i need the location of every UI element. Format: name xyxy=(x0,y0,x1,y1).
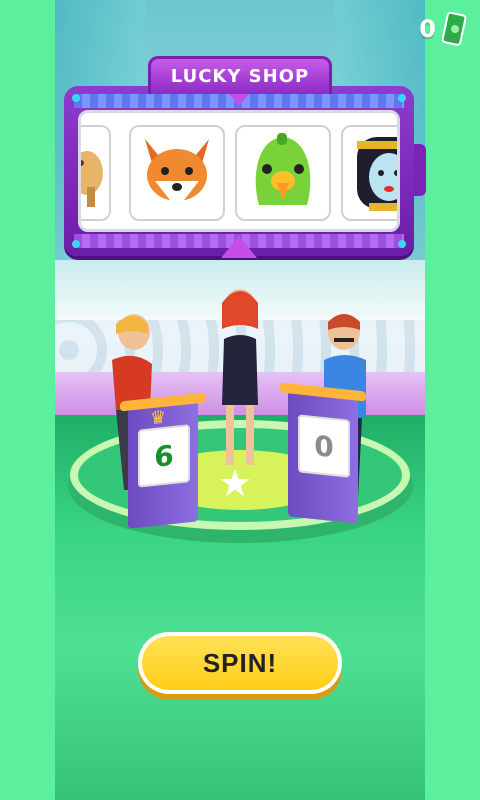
score-left: 6 xyxy=(138,424,190,488)
item-card-cleopatra[interactable] xyxy=(341,125,397,221)
lucky-shop-panel xyxy=(64,84,426,258)
podium-left: ♛ 6 xyxy=(120,392,206,529)
lucky-shop-header: LUCKY SHOP xyxy=(148,56,332,94)
item-card-parrot[interactable] xyxy=(235,125,331,221)
spin-button-label: SPIN! xyxy=(202,647,278,678)
cash-count: 0 xyxy=(419,15,436,43)
bolt-icon xyxy=(72,94,80,102)
slot-lever xyxy=(414,144,426,196)
shop-title: LUCKY SHOP xyxy=(170,66,310,87)
bolt-icon xyxy=(72,240,80,248)
fox-icon xyxy=(145,139,209,209)
spin-button[interactable]: SPIN! xyxy=(138,632,342,694)
host-woman xyxy=(222,289,258,465)
cash-bill-icon xyxy=(442,12,467,46)
score-right: 0 xyxy=(298,414,350,478)
bolt-icon xyxy=(398,94,406,102)
bolt-icon xyxy=(398,240,406,248)
cleopatra-icon xyxy=(357,137,397,211)
item-reel xyxy=(78,110,400,232)
item-card-giraffe[interactable] xyxy=(81,125,111,221)
parrot-icon xyxy=(255,133,311,205)
item-card-fox[interactable] xyxy=(129,125,225,221)
cash-counter: 0 xyxy=(419,12,468,46)
reel-pointer-bottom-icon xyxy=(221,236,257,258)
giraffe-icon xyxy=(81,151,103,207)
podium-right: 0 xyxy=(280,382,366,524)
